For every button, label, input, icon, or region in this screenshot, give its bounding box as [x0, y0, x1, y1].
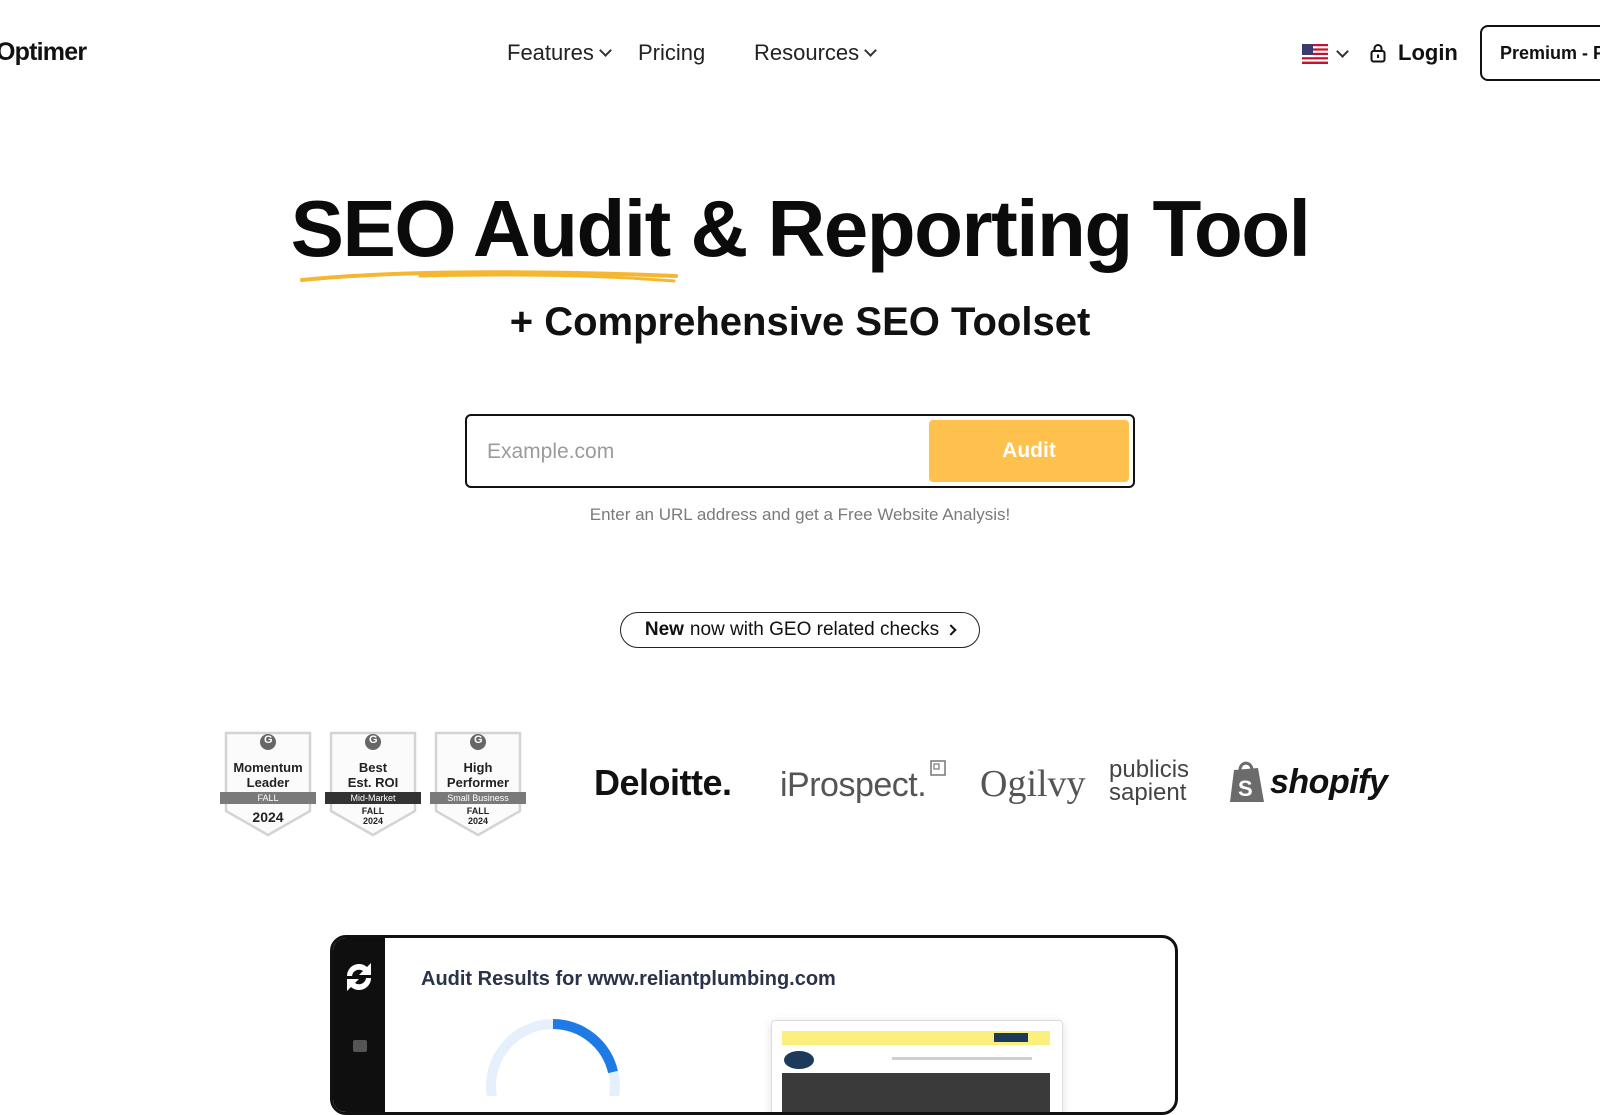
sync-logo-icon [346, 963, 372, 991]
announcement-text: now with GEO related checks [689, 619, 940, 640]
page-subtitle: + Comprehensive SEO Toolset [509, 300, 1091, 344]
thumbnail-nav [892, 1057, 1032, 1060]
badge-ribbon: Mid-Market [350, 793, 396, 803]
badge-line2: Leader [246, 775, 290, 790]
nav-features[interactable]: Features [507, 40, 612, 66]
url-input[interactable] [485, 434, 909, 470]
nav-pricing-label: Pricing [638, 40, 706, 65]
nav-resources[interactable]: Resources [754, 40, 878, 66]
nav-features-label: Features [507, 40, 594, 65]
iprospect-mark-icon [930, 760, 946, 776]
audit-preview-card: Audit Results for www.reliantplumbing.co… [330, 935, 1178, 1115]
badge-line1: Best [358, 760, 388, 775]
publicis-line1: publicis [1109, 756, 1190, 783]
audit-search-form: Audit [465, 414, 1135, 488]
audit-button[interactable]: Audit [929, 420, 1129, 482]
shopify-logo: shopify [1270, 763, 1388, 801]
deloitte-logo: Deloitte. [594, 762, 732, 803]
svg-text:S: S [1238, 776, 1253, 801]
search-hint: Enter an URL address and get a Free Webs… [589, 505, 1011, 524]
thumbnail-hero-image [782, 1073, 1050, 1112]
chevron-down-icon [598, 43, 612, 57]
iprospect-logo: iProspect. [780, 766, 927, 804]
premium-button[interactable]: Premium - F [1480, 25, 1600, 81]
publicis-line2: sapient [1109, 779, 1187, 806]
us-flag-icon [1302, 44, 1328, 64]
badge-line2: Est. ROI [347, 775, 399, 790]
badge-line1: Momentum [233, 760, 303, 775]
title-underline-decoration [300, 270, 678, 283]
badge-year: 2024 [362, 816, 384, 826]
preview-sidebar [333, 938, 385, 1112]
publicis-sapient-logo: publicis sapient [1109, 756, 1190, 806]
badge-year: 2024 [252, 809, 284, 825]
g2-badge-best-est-roi: G Best Est. ROI Mid-Market FALL 2024 [325, 731, 421, 837]
badge-ribbon: FALL [257, 793, 279, 803]
brand-logo[interactable]: Optimer [0, 38, 87, 67]
badge-line2: Performer [446, 775, 510, 790]
badge-season: FALL [361, 806, 385, 816]
badge-ribbon: Small Business [447, 793, 509, 803]
nav-resources-label: Resources [754, 40, 860, 65]
preview-title: Audit Results for www.reliantplumbing.co… [421, 968, 836, 990]
thumbnail-logo [784, 1051, 814, 1069]
g2-icon: G [369, 734, 378, 746]
sidebar-nav-icon[interactable] [353, 1040, 367, 1052]
g2-icon: G [264, 734, 273, 746]
chevron-right-icon [945, 624, 957, 636]
announcement-pill[interactable]: New now with GEO related checks [620, 612, 980, 648]
badge-line1: High [463, 760, 493, 775]
ogilvy-logo: Ogilvy [980, 763, 1086, 805]
login-link[interactable]: Login [1370, 40, 1458, 66]
lock-icon [1370, 44, 1386, 63]
thumbnail-cta [994, 1033, 1028, 1042]
announcement-new-label: New [644, 619, 684, 640]
login-label: Login [1398, 40, 1458, 65]
chevron-down-icon [1336, 44, 1349, 58]
page-title: SEO Audit & Reporting Tool [290, 184, 1311, 273]
badge-year: 2024 [467, 816, 489, 826]
shopify-bag-icon: S [1230, 761, 1264, 802]
score-ring-chart [486, 1019, 620, 1096]
website-thumbnail [771, 1020, 1063, 1112]
nav-pricing[interactable]: Pricing [638, 40, 705, 66]
g2-badge-momentum-leader: G Momentum Leader FALL 2024 [220, 731, 316, 837]
badge-season: FALL [466, 806, 490, 816]
language-selector[interactable] [1302, 44, 1349, 64]
g2-badge-high-performer: G High Performer Small Business FALL 202… [430, 731, 526, 837]
chevron-down-icon [864, 43, 878, 57]
g2-icon: G [474, 734, 483, 746]
